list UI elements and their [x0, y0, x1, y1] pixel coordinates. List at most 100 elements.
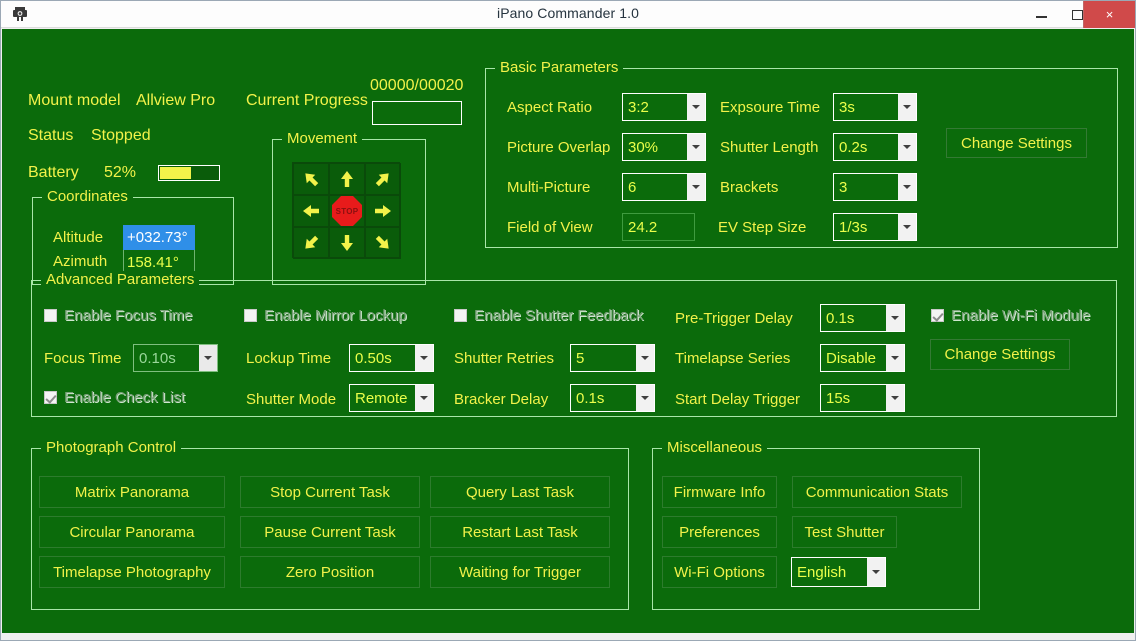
current-progress-label: Current Progress	[246, 92, 368, 109]
timelapse-series-combo[interactable]: Disable	[820, 344, 905, 372]
chevron-down-icon[interactable]	[687, 174, 705, 200]
window-title: iPano Commander 1.0	[497, 5, 639, 21]
multi-picture-label: Multi-Picture	[507, 179, 591, 196]
photograph-control-legend: Photograph Control	[41, 439, 182, 456]
focus-time-value: 0.10s	[139, 349, 176, 367]
enable-check-list-checkbox[interactable]: Enable Check List	[44, 389, 185, 406]
bracker-delay-combo[interactable]: 0.1s	[570, 384, 655, 412]
pause-current-task-button[interactable]: Pause Current Task	[240, 516, 420, 548]
timelapse-series-label: Timelapse Series	[675, 350, 791, 367]
multi-picture-combo[interactable]: 6	[622, 173, 706, 201]
bracker-delay-label: Bracker Delay	[454, 391, 549, 408]
enable-focus-time-checkbox[interactable]: Enable Focus Time	[44, 307, 192, 324]
language-value: English	[797, 563, 847, 581]
chevron-down-icon[interactable]	[898, 214, 916, 240]
move-down-button[interactable]	[329, 227, 365, 259]
chevron-down-icon[interactable]	[415, 385, 433, 411]
communication-stats-button[interactable]: Communication Stats	[792, 476, 962, 508]
restart-last-task-button[interactable]: Restart Last Task	[430, 516, 610, 548]
move-up-button[interactable]	[329, 163, 365, 195]
status-label: Status	[28, 127, 74, 144]
minimize-icon	[1035, 16, 1047, 18]
aspect-ratio-combo[interactable]: 3:2	[622, 93, 706, 121]
chevron-down-icon[interactable]	[886, 385, 904, 411]
matrix-panorama-button[interactable]: Matrix Panorama	[39, 476, 225, 508]
waiting-for-trigger-button[interactable]: Waiting for Trigger	[430, 556, 610, 588]
coordinates-legend: Coordinates	[42, 188, 133, 205]
picture-overlap-combo[interactable]: 30%	[622, 133, 706, 161]
move-right-button[interactable]	[365, 195, 401, 227]
aspect-ratio-value: 3:2	[628, 98, 649, 116]
close-icon: ×	[1105, 7, 1114, 22]
chevron-down-icon[interactable]	[687, 134, 705, 160]
chevron-down-icon[interactable]	[886, 305, 904, 331]
chevron-down-icon[interactable]	[867, 558, 885, 586]
wifi-options-button[interactable]: Wi-Fi Options	[662, 556, 777, 588]
stop-current-task-button[interactable]: Stop Current Task	[240, 476, 420, 508]
chevron-down-icon[interactable]	[415, 345, 433, 371]
chevron-down-icon[interactable]	[886, 345, 904, 371]
checkbox-checked-icon	[44, 391, 57, 404]
checkbox-checked-icon	[931, 309, 944, 322]
start-delay-trigger-value: 15s	[826, 389, 851, 407]
shutter-mode-combo[interactable]: Remote	[349, 384, 434, 412]
start-delay-trigger-combo[interactable]: 15s	[820, 384, 905, 412]
move-down-right-button[interactable]	[365, 227, 401, 259]
start-delay-trigger-label: Start Delay Trigger	[675, 391, 801, 408]
advanced-change-settings-button[interactable]: Change Settings	[930, 339, 1070, 370]
chevron-down-icon[interactable]	[687, 94, 705, 120]
shutter-length-label: Shutter Length	[720, 139, 819, 156]
enable-mirror-lockup-checkbox[interactable]: Enable Mirror Lockup	[244, 307, 407, 324]
timelapse-photography-button[interactable]: Timelapse Photography	[39, 556, 225, 588]
brackets-combo[interactable]: 3	[833, 173, 917, 201]
multi-picture-value: 6	[628, 178, 637, 196]
pre-trigger-delay-value: 0.1s	[826, 309, 855, 327]
exposure-time-label: Expsoure Time	[720, 99, 821, 116]
enable-shutter-feedback-checkbox[interactable]: Enable Shutter Feedback	[454, 307, 643, 324]
altitude-field[interactable]: +032.73°	[123, 225, 195, 250]
language-combo[interactable]: English	[791, 557, 886, 587]
test-shutter-button[interactable]: Test Shutter	[792, 516, 897, 548]
chevron-down-icon[interactable]	[898, 174, 916, 200]
chevron-down-icon[interactable]	[898, 94, 916, 120]
move-up-right-button[interactable]	[365, 163, 401, 195]
enable-shutter-feedback-label: Enable Shutter Feedback	[474, 307, 644, 324]
firmware-info-button[interactable]: Firmware Info	[662, 476, 777, 508]
altitude-label: Altitude	[53, 229, 104, 246]
timelapse-series-value: Disable	[826, 349, 877, 367]
minimize-button[interactable]	[1023, 1, 1059, 28]
close-button[interactable]: ×	[1083, 1, 1135, 28]
checkbox-icon	[244, 309, 257, 322]
zero-position-button[interactable]: Zero Position	[240, 556, 420, 588]
preferences-button[interactable]: Preferences	[662, 516, 777, 548]
mount-model-label: Mount model	[28, 92, 121, 109]
move-left-button[interactable]	[293, 195, 329, 227]
move-down-left-button[interactable]	[293, 227, 329, 259]
checkbox-icon	[454, 309, 467, 322]
circular-panorama-button[interactable]: Circular Panorama	[39, 516, 225, 548]
focus-time-combo[interactable]: 0.10s	[133, 344, 218, 372]
stop-button[interactable]: STOP	[329, 195, 365, 227]
pre-trigger-delay-combo[interactable]: 0.1s	[820, 304, 905, 332]
shutter-retries-combo[interactable]: 5	[570, 344, 655, 372]
basic-parameters-legend: Basic Parameters	[495, 59, 624, 76]
chevron-down-icon[interactable]	[898, 134, 916, 160]
basic-change-settings-button[interactable]: Change Settings	[946, 128, 1087, 158]
enable-wifi-module-checkbox[interactable]: Enable Wi-Fi Module	[931, 307, 1090, 324]
exposure-time-combo[interactable]: 3s	[833, 93, 917, 121]
field-of-view-field[interactable]: 24.2	[622, 213, 695, 241]
ev-step-size-combo[interactable]: 1/3s	[833, 213, 917, 241]
chevron-down-icon[interactable]	[636, 385, 654, 411]
chevron-down-icon[interactable]	[636, 345, 654, 371]
focus-time-label: Focus Time	[44, 350, 122, 367]
move-right-icon	[375, 205, 391, 217]
battery-value: 52%	[104, 164, 137, 181]
lockup-time-combo[interactable]: 0.50s	[349, 344, 434, 372]
move-up-left-button[interactable]	[293, 163, 329, 195]
brackets-label: Brackets	[720, 179, 779, 196]
query-last-task-button[interactable]: Query Last Task	[430, 476, 610, 508]
chevron-down-icon[interactable]	[199, 345, 217, 371]
move-down-left-icon	[305, 235, 319, 249]
picture-overlap-value: 30%	[628, 138, 659, 156]
shutter-length-combo[interactable]: 0.2s	[833, 133, 917, 161]
